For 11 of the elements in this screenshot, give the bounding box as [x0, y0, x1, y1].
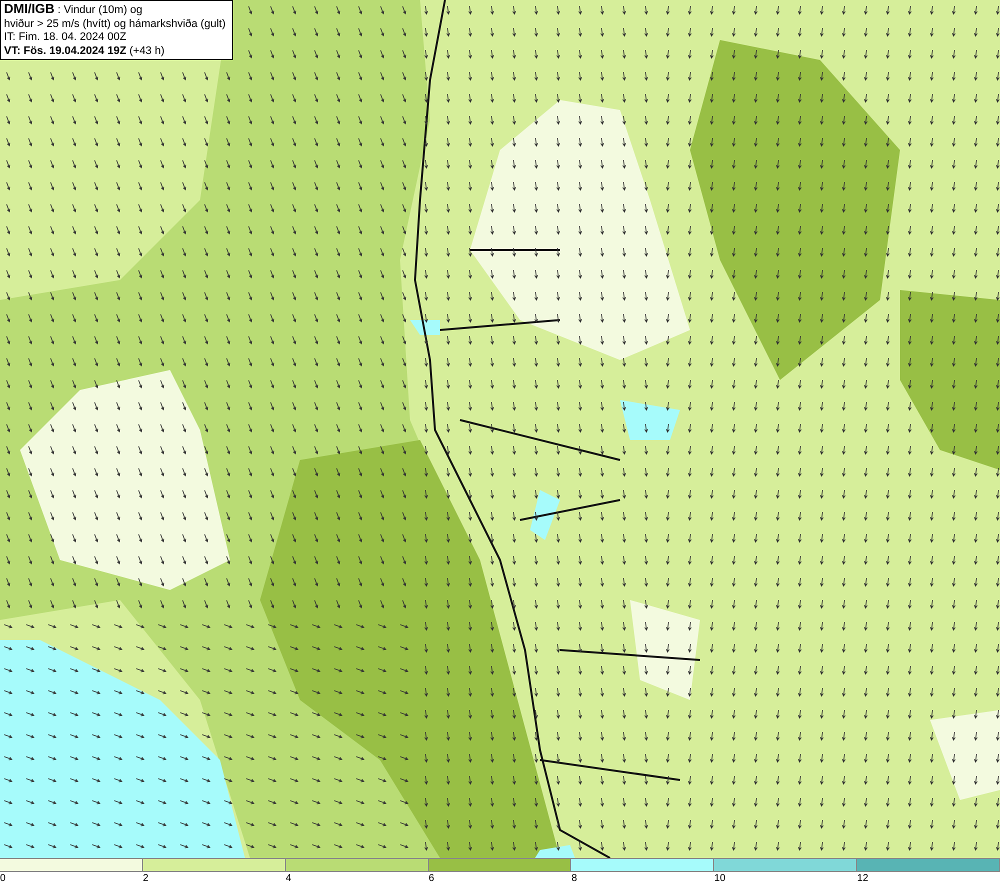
map-subtitle: hviður > 25 m/s (hvítt) og hámarkshviða (gult): [4, 18, 226, 31]
map-title: DMI/IGB : Vindur (10m) og: [4, 2, 144, 18]
initial-time: IT: Fim. 18. 04. 2024 00Z: [4, 31, 128, 44]
legend-label: 2: [142, 873, 148, 884]
legend-label: 0: [0, 873, 6, 884]
legend-label: 4: [286, 873, 292, 884]
legend-label: 6: [428, 873, 434, 884]
valid-time: VT: Fös. 19.04.2024 19Z (+43 h): [4, 44, 166, 58]
legend-label: 12: [857, 873, 868, 884]
legend-label: 10: [714, 873, 726, 884]
legend-label: 8: [571, 873, 577, 884]
